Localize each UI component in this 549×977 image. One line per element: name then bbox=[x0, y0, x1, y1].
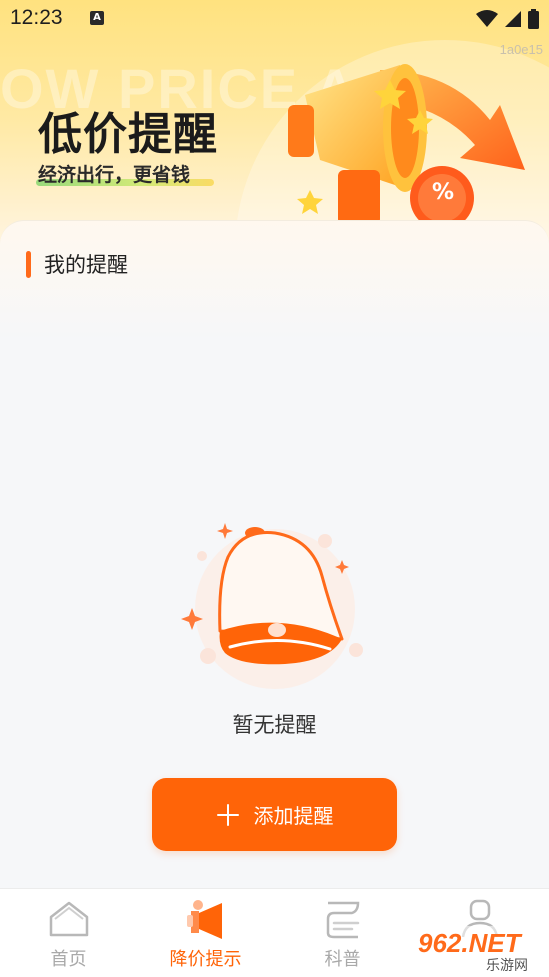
status-indicators bbox=[476, 8, 539, 30]
nav-item-price-alerts[interactable]: 降价提示 bbox=[137, 889, 274, 977]
empty-state-text: 暂无提醒 bbox=[232, 713, 317, 737]
wifi-icon bbox=[476, 10, 498, 27]
nav-label-home: 首页 bbox=[50, 949, 87, 970]
plus-icon bbox=[216, 803, 240, 827]
page-subtitle: 经济出行，更省钱 bbox=[38, 164, 191, 186]
status-bar: 12:23 A bbox=[0, 0, 549, 38]
battery-icon bbox=[528, 9, 539, 29]
section-accent-bar bbox=[26, 250, 31, 278]
status-time: 12:23 bbox=[10, 6, 63, 29]
a-icon: A bbox=[90, 11, 104, 25]
site-watermark-logo: 962.NET 乐游网 bbox=[414, 926, 549, 974]
cell-signal-icon bbox=[505, 11, 521, 27]
add-reminder-label: 添加提醒 bbox=[253, 806, 334, 828]
watermark-logo-text: 962.NET bbox=[418, 928, 523, 958]
watermark-logo-subtext: 乐游网 bbox=[486, 958, 528, 974]
reminders-panel: 我的提醒 暂无提醒 添加提醒 bbox=[0, 220, 549, 888]
nav-label-price-alerts: 降价提示 bbox=[169, 949, 242, 970]
nav-label-science: 科普 bbox=[324, 949, 361, 970]
bell-icon bbox=[181, 523, 363, 689]
megaphone-icon bbox=[187, 900, 222, 939]
book-icon bbox=[326, 901, 360, 939]
home-icon bbox=[49, 901, 89, 937]
section-title: 我的提醒 bbox=[44, 253, 128, 277]
nav-item-home[interactable]: 首页 bbox=[0, 889, 137, 977]
nav-item-science[interactable]: 科普 bbox=[274, 889, 411, 977]
page-title: 低价提醒 bbox=[38, 109, 218, 160]
add-reminder-button[interactable]: 添加提醒 bbox=[152, 778, 397, 851]
discount-badge-label: % bbox=[431, 180, 455, 205]
section-header: 我的提醒 bbox=[26, 249, 128, 279]
